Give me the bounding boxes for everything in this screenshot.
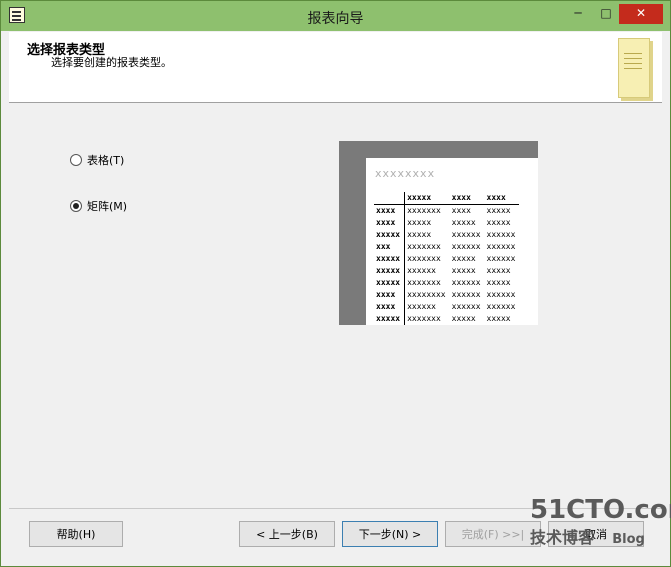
watermark-site: 51CTO.com (530, 495, 671, 525)
preview-row-header: xxxx (374, 289, 406, 301)
preview-row: xxxxxxxxxxxxxxxxxxxxxx (374, 229, 519, 241)
page-subtitle: 选择要创建的报表类型。 (51, 56, 172, 69)
preview-cell: xxxxx (451, 314, 476, 323)
preview-column-header: xxxx (484, 192, 520, 205)
radio-label-matrix: 矩阵(M) (87, 200, 128, 213)
title-bar[interactable]: 报表向导 ─ □ ✕ (1, 1, 670, 31)
preview-row: xxxxxxxxxxxxxxxxxxxxxx (374, 241, 519, 253)
radio-option-tabular[interactable]: 表格(T) (70, 152, 124, 168)
preview-cell: xxxxx (486, 278, 511, 287)
report-preview: xxxxxxxx xxxxx xxxx xxxx xxxx xxxxxxx xxxx xxx… (339, 141, 538, 325)
preview-cell: xxxxxxx (407, 278, 441, 287)
site-watermark: 51CTO.com 技术博客 Blog (530, 496, 671, 548)
preview-cell: xxxxxx (486, 302, 516, 311)
preview-row-header: xxxx (374, 217, 406, 229)
preview-row-header: xxxx (374, 301, 406, 313)
preview-matrix-table: xxxxx xxxx xxxx xxxx xxxxxxx xxxx xxxxx xxxx xxx… (374, 192, 520, 325)
preview-cell: xxxx (451, 206, 471, 215)
next-button[interactable]: 下一步(N) > (342, 521, 438, 547)
preview-row: xxxxx xxxxxx xxxxx xxxxx (374, 265, 519, 277)
help-button[interactable]: 帮助(H) (29, 521, 123, 547)
back-button[interactable]: < 上一步(B) (239, 521, 335, 547)
radio-option-matrix[interactable]: 矩阵(M) (70, 198, 127, 214)
preview-cell: xxxxxx (451, 290, 481, 299)
preview-cell: xxxxxx (486, 230, 516, 239)
preview-cell: xxxxx (486, 206, 511, 215)
preview-cell: xxxxxxxx (407, 290, 446, 299)
preview-cell: xxxxx (486, 266, 511, 275)
preview-row: xxxxxxxxxxxxxxxxxxxxxx (374, 313, 519, 325)
preview-cell: xxxxxx (451, 278, 481, 287)
radio-button-tabular[interactable] (70, 154, 82, 166)
preview-row-header: xxxxx (374, 229, 406, 241)
preview-cell: xxxxxx (407, 266, 436, 275)
preview-cell: xxxxxx (407, 302, 436, 311)
report-document-icon (618, 38, 650, 98)
preview-row: xxxx xxxxx xxxxx xxxxx (374, 217, 519, 229)
preview-column-header: xxxxx (404, 192, 450, 205)
preview-cell: xxxxx (486, 314, 511, 323)
preview-row: xxxxxxxxxxxxxxxxxxxxxx (374, 301, 519, 313)
preview-title: xxxxxxxx (375, 167, 436, 180)
radio-label-tabular: 表格(T) (87, 154, 125, 167)
preview-row: xxxxxxxxxxxxxxxxxxxxxxx (374, 277, 519, 289)
preview-row: xxxx xxxxxxx xxxx xxxxx (374, 204, 519, 217)
preview-cell: xxxxxx (451, 230, 481, 239)
preview-sheet: xxxxxxxx xxxxx xxxx xxxx xxxx xxxxxxx xxxx xxx… (366, 158, 538, 325)
preview-cell: xxxxxx (451, 302, 481, 311)
preview-cell: xxxxx (451, 266, 476, 275)
preview-cell: xxxxxxx (407, 314, 441, 323)
preview-column-header (374, 192, 406, 205)
preview-row-header: xxxxx (374, 277, 406, 289)
preview-cell: xxxxxx (486, 254, 516, 263)
preview-row-header: xxxxx (374, 253, 406, 265)
preview-cell: xxxxxx (486, 290, 516, 299)
preview-cell: xxxxxxx (407, 206, 441, 215)
report-wizard-window: 报表向导 ─ □ ✕ 选择报表类型 选择要创建的报表类型。 表格(T) 矩阵(M… (0, 0, 671, 567)
preview-column-header: xxxx (449, 192, 485, 205)
preview-row-header: xxxx (374, 204, 406, 217)
preview-cell: xxxxx (407, 218, 432, 227)
preview-column-header-row: xxxxx xxxx xxxx (374, 192, 520, 205)
preview-cell: xxxxx (451, 218, 476, 227)
wizard-header: 选择报表类型 选择要创建的报表类型。 (9, 32, 662, 103)
preview-row-header: xxx (374, 241, 406, 253)
watermark-tagline: 技术博客 (530, 528, 595, 547)
preview-cell: xxxxx (451, 254, 476, 263)
preview-cell: xxxxxxx (407, 254, 441, 263)
preview-row: xxxx xxxxxxxx xxxxxx xxxxxx (374, 289, 519, 301)
radio-button-matrix[interactable] (70, 200, 82, 212)
finish-button: 完成(F) >>| (445, 521, 541, 547)
preview-cell: xxxxxx (486, 242, 516, 251)
preview-row-header: xxxxx (374, 313, 406, 325)
preview-cell: xxxxxx (451, 242, 481, 251)
close-button[interactable]: ✕ (619, 4, 663, 24)
minimize-button[interactable]: ─ (567, 4, 589, 24)
watermark-blog: Blog (612, 532, 645, 547)
preview-row-header: xxxxx (374, 265, 406, 277)
preview-cell: xxxxxxx (407, 242, 441, 251)
preview-row: xxxxxxxxxxxxxxxxxxxxxxx (374, 253, 519, 265)
preview-cell: xxxxx (407, 230, 432, 239)
maximize-button[interactable]: □ (595, 4, 617, 24)
preview-cell: xxxxx (486, 218, 511, 227)
